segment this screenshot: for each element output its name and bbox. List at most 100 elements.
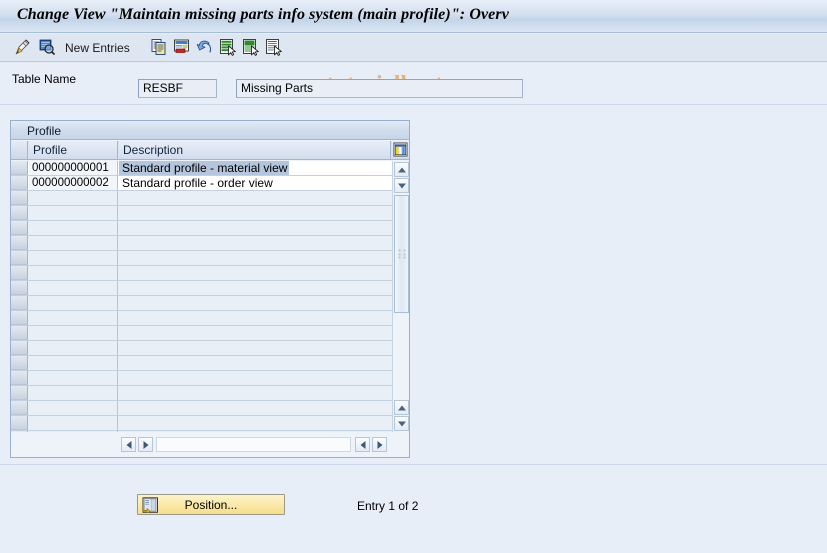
- details-icon[interactable]: [38, 38, 56, 56]
- cell-profile[interactable]: [29, 386, 118, 400]
- cell-profile[interactable]: [29, 191, 118, 205]
- cell-description[interactable]: [119, 296, 392, 310]
- row-selector[interactable]: [11, 176, 28, 190]
- cell-description[interactable]: Standard profile - material view: [119, 161, 290, 175]
- cell-profile[interactable]: [29, 371, 118, 385]
- cell-description[interactable]: [119, 386, 392, 400]
- cell-profile[interactable]: [29, 266, 118, 280]
- scroll-page-left-button[interactable]: [355, 437, 370, 452]
- cell-description[interactable]: [119, 206, 392, 220]
- scroll-down-button[interactable]: [394, 178, 409, 193]
- cell-description[interactable]: [119, 236, 392, 250]
- cell-profile[interactable]: [29, 356, 118, 370]
- select-all-icon[interactable]: [219, 38, 237, 56]
- scroll-right-button[interactable]: [138, 437, 153, 452]
- select-all-rows-corner[interactable]: [11, 141, 28, 159]
- scroll-left-button[interactable]: [121, 437, 136, 452]
- cell-description[interactable]: [119, 281, 392, 295]
- row-selector[interactable]: [11, 431, 28, 432]
- row-selector[interactable]: [11, 266, 28, 280]
- cell-profile[interactable]: [29, 311, 118, 325]
- row-selector[interactable]: [11, 236, 28, 250]
- table-row-empty[interactable]: [11, 371, 392, 386]
- table-row-empty[interactable]: [11, 386, 392, 401]
- table-row-empty[interactable]: [11, 356, 392, 371]
- row-selector[interactable]: [11, 221, 28, 235]
- cell-profile[interactable]: [29, 296, 118, 310]
- cell-profile[interactable]: [29, 416, 118, 430]
- row-selector[interactable]: [11, 281, 28, 295]
- vertical-scrollbar-thumb[interactable]: [394, 195, 409, 313]
- cell-profile[interactable]: [29, 221, 118, 235]
- undo-icon[interactable]: [196, 38, 214, 56]
- table-row-empty[interactable]: [11, 431, 392, 432]
- cell-profile[interactable]: [29, 326, 118, 340]
- cell-description[interactable]: [119, 311, 392, 325]
- table-row-empty[interactable]: [11, 296, 392, 311]
- cell-description[interactable]: [119, 371, 392, 385]
- cell-description[interactable]: [119, 191, 392, 205]
- scroll-page-up-button[interactable]: [394, 400, 409, 415]
- select-block-icon[interactable]: [242, 38, 260, 56]
- cell-profile[interactable]: [29, 206, 118, 220]
- cell-profile[interactable]: [29, 281, 118, 295]
- table-row-empty[interactable]: [11, 221, 392, 236]
- cell-description[interactable]: [119, 251, 392, 265]
- table-settings-icon[interactable]: [392, 141, 409, 159]
- table-row-empty[interactable]: [11, 206, 392, 221]
- row-selector[interactable]: [11, 311, 28, 325]
- cell-description[interactable]: [119, 431, 392, 432]
- table-row-empty[interactable]: [11, 341, 392, 356]
- display-change-icon[interactable]: [14, 38, 32, 56]
- table-vertical-scrollbar[interactable]: [392, 161, 409, 432]
- table-horizontal-scrollbar[interactable]: [11, 433, 409, 456]
- cell-profile[interactable]: [29, 431, 118, 432]
- table-description-input[interactable]: Missing Parts: [236, 79, 523, 98]
- cell-profile[interactable]: [29, 401, 118, 415]
- row-selector[interactable]: [11, 356, 28, 370]
- row-selector[interactable]: [11, 401, 28, 415]
- column-header-profile[interactable]: Profile: [29, 141, 118, 159]
- table-name-input[interactable]: RESBF: [138, 79, 217, 98]
- row-selector[interactable]: [11, 206, 28, 220]
- cell-profile[interactable]: [29, 236, 118, 250]
- table-row-empty[interactable]: [11, 251, 392, 266]
- table-row[interactable]: 000000000001 Standard profile - material …: [11, 161, 392, 176]
- cell-description[interactable]: [119, 416, 392, 430]
- row-selector[interactable]: [11, 341, 28, 355]
- row-selector[interactable]: [11, 251, 28, 265]
- cell-description[interactable]: [119, 266, 392, 280]
- table-rows-area[interactable]: 000000000001 Standard profile - material …: [11, 161, 392, 432]
- cell-description[interactable]: [119, 341, 392, 355]
- column-header-description[interactable]: Description: [119, 141, 391, 159]
- delete-icon[interactable]: [173, 38, 191, 56]
- table-row-empty[interactable]: [11, 326, 392, 341]
- table-row[interactable]: 000000000002 Standard profile - order vie…: [11, 176, 392, 191]
- row-selector[interactable]: [11, 161, 28, 175]
- deselect-all-icon[interactable]: [265, 38, 283, 56]
- row-selector[interactable]: [11, 416, 28, 430]
- cell-description[interactable]: [119, 221, 392, 235]
- scroll-page-right-button[interactable]: [372, 437, 387, 452]
- row-selector[interactable]: [11, 386, 28, 400]
- table-row-empty[interactable]: [11, 266, 392, 281]
- horizontal-scrollbar-track[interactable]: [156, 437, 351, 452]
- table-row-empty[interactable]: [11, 191, 392, 206]
- row-selector[interactable]: [11, 296, 28, 310]
- row-selector[interactable]: [11, 326, 28, 340]
- cell-profile[interactable]: 000000000002: [29, 176, 118, 190]
- table-row-empty[interactable]: [11, 311, 392, 326]
- table-row-empty[interactable]: [11, 236, 392, 251]
- copy-icon[interactable]: [150, 38, 168, 56]
- table-row-empty[interactable]: [11, 416, 392, 431]
- table-row-empty[interactable]: [11, 401, 392, 416]
- cell-profile[interactable]: [29, 251, 118, 265]
- scroll-up-button[interactable]: [394, 162, 409, 177]
- new-entries-button[interactable]: New Entries: [65, 41, 130, 55]
- cell-description[interactable]: Standard profile - order view: [119, 176, 392, 190]
- row-selector[interactable]: [11, 191, 28, 205]
- cell-profile[interactable]: [29, 341, 118, 355]
- table-row-empty[interactable]: [11, 281, 392, 296]
- cell-description[interactable]: [119, 356, 392, 370]
- position-button[interactable]: Position...: [137, 494, 285, 515]
